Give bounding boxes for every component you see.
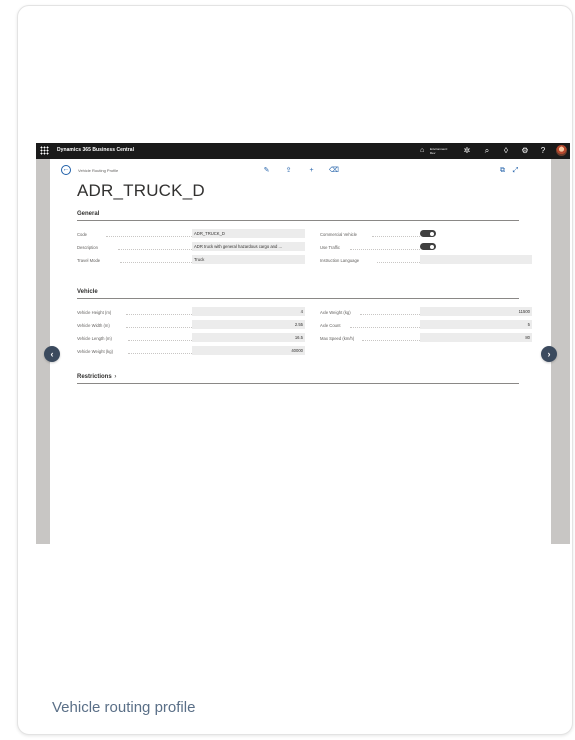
gear-icon[interactable]: ⚙ [520,146,530,156]
business-central-screenshot: Dynamics 365 Business Central ⌂ Environm… [36,143,570,544]
delete-icon[interactable]: ⌫ [329,166,339,175]
travel-mode-label: Travel Mode [77,258,101,263]
vehicle-height-field[interactable]: 4 [192,307,305,316]
restrictions-heading[interactable]: Restrictions › [77,374,116,380]
avatar[interactable] [556,145,567,156]
environment-name: Dev [430,151,436,155]
axle-weight-field[interactable]: 11500 [420,307,532,316]
next-slide-button[interactable]: › [541,346,557,362]
axle-weight-label: Axle Weight (kg) [320,310,351,315]
search-icon[interactable]: ⌕ [482,146,492,156]
code-label: Code [77,232,88,237]
code-field[interactable]: ADR_TRUCK_D [192,229,305,238]
caption: Vehicle routing profile [52,699,196,716]
expand-icon[interactable]: ⤢ [511,166,520,175]
vehicle-height-label: Vehicle Height (m) [77,310,112,315]
instruction-language-label: Instruction Language [320,258,360,263]
help-icon[interactable]: ? [538,146,548,156]
vehicle-length-field[interactable]: 16.5 [192,333,305,342]
use-traffic-label: Use Traffic [320,245,340,250]
app-name[interactable]: Dynamics 365 Business Central [57,147,134,153]
page-title: ADR_TRUCK_D [77,181,205,200]
description-label: Description [77,245,98,250]
new-icon[interactable]: + [307,166,316,175]
previous-slide-button[interactable]: ‹ [44,346,60,362]
max-speed-field[interactable]: 80 [420,333,532,342]
vehicle-weight-label: Vehicle Weight (kg) [77,349,113,354]
vehicle-divider [77,298,519,299]
general-heading[interactable]: General [77,211,99,217]
chevron-right-icon: › [114,374,117,380]
vehicle-heading[interactable]: Vehicle [77,289,98,295]
building-icon: ⌂ [420,147,425,154]
axle-count-label: Axle Count [320,323,341,328]
description-field[interactable]: ADR truck with general hazardous cargo a… [192,242,305,251]
bell-icon[interactable]: ◊ [501,146,511,156]
restrictions-divider [77,383,519,384]
use-traffic-toggle[interactable] [420,243,436,250]
vehicle-width-label: Vehicle Width (m) [77,323,110,328]
vehicle-length-label: Vehicle Length (m) [77,336,112,341]
share-icon[interactable]: ⇪ [284,166,293,175]
restrictions-label: Restrictions [77,374,112,380]
copilot-icon[interactable]: ✲ [462,146,472,156]
vehicle-weight-field[interactable]: 40000 [192,346,305,355]
waffle-icon[interactable] [40,146,49,155]
open-new-window-icon[interactable]: ⧉ [498,166,507,175]
commercial-vehicle-toggle[interactable] [420,230,436,237]
card-page: ← Vehicle Routing Profile ADR_TRUCK_D ✎ … [50,159,551,544]
instruction-language-field[interactable] [420,255,532,264]
top-bar: Dynamics 365 Business Central ⌂ Environm… [36,143,570,159]
commercial-vehicle-label: Commercial Vehicle [320,232,358,237]
max-speed-label: Max Speed (km/h) [320,336,355,341]
breadcrumb: Vehicle Routing Profile [78,168,119,173]
edit-icon[interactable]: ✎ [262,166,271,175]
back-icon[interactable]: ← [61,165,71,175]
travel-mode-field[interactable]: Truck [192,255,305,264]
vehicle-width-field[interactable]: 2.55 [192,320,305,329]
axle-count-field[interactable]: 5 [420,320,532,329]
general-divider [77,220,519,221]
